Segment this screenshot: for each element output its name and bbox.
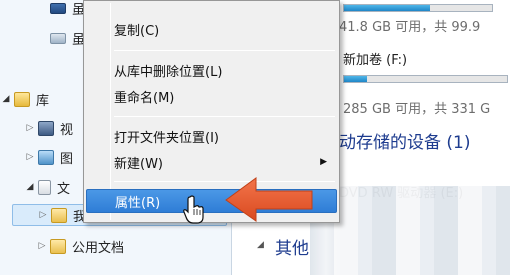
drive-f-usage-bar bbox=[343, 75, 508, 83]
menu-separator bbox=[114, 116, 335, 117]
menu-item-label: 重命名(M) bbox=[114, 90, 175, 106]
video-library-icon bbox=[38, 120, 54, 136]
nav-item-label: 图 bbox=[60, 151, 74, 167]
expand-arrow-icon[interactable]: ▷ bbox=[24, 152, 36, 162]
menu-separator bbox=[114, 50, 335, 51]
other-section-title[interactable]: 其他 bbox=[275, 234, 309, 259]
picture-library-icon bbox=[38, 149, 54, 165]
drive-icon bbox=[50, 2, 66, 14]
menu-item-copy[interactable]: 复制(C) bbox=[86, 17, 337, 41]
expand-arrow-icon[interactable]: ▷ bbox=[37, 210, 49, 220]
removable-storage-section-title[interactable]: 动存储的设备 (1) bbox=[339, 128, 470, 153]
menu-item-label: 复制(C) bbox=[114, 23, 160, 39]
drive-c-usage-fill bbox=[344, 5, 430, 11]
expand-arrow-icon[interactable]: ◢ bbox=[24, 182, 36, 192]
document-library-icon bbox=[38, 179, 51, 195]
drive-f-label[interactable]: 新加卷 (F:) bbox=[343, 49, 407, 68]
expand-arrow-icon[interactable]: ▷ bbox=[24, 123, 36, 133]
collapse-arrow-icon[interactable]: ◢ bbox=[257, 240, 264, 250]
drive-f-space-text: 285 GB 可用，共 331 G bbox=[343, 102, 491, 117]
drive-icon bbox=[50, 32, 66, 44]
hand-cursor-icon bbox=[183, 195, 204, 224]
library-icon bbox=[14, 91, 30, 107]
red-pointer-arrow-icon bbox=[225, 177, 313, 222]
folder-icon bbox=[51, 207, 67, 223]
nav-item-label: 文 bbox=[57, 181, 71, 197]
drive-c-usage-bar bbox=[343, 4, 493, 12]
folder-icon bbox=[50, 238, 66, 254]
menu-item-label: 从库中删除位置(L) bbox=[114, 64, 223, 80]
menu-item-open-folder-location[interactable]: 打开文件夹位置(I) bbox=[86, 124, 337, 148]
menu-item-rename[interactable]: 重命名(M) bbox=[86, 84, 337, 108]
menu-item-new[interactable]: 新建(W) ▶ bbox=[86, 150, 337, 174]
submenu-arrow-icon: ▶ bbox=[320, 157, 327, 167]
menu-item-label: 属性(R) bbox=[115, 195, 161, 211]
expand-arrow-icon[interactable]: ▷ bbox=[36, 241, 48, 251]
drive-c-space-text: 41.8 GB 可用，共 99.9 bbox=[339, 20, 481, 35]
nav-item-label: 视 bbox=[60, 122, 74, 138]
blurred-region bbox=[310, 186, 510, 275]
menu-item-label: 打开文件夹位置(I) bbox=[114, 130, 219, 146]
menu-item-remove-from-library[interactable]: 从库中删除位置(L) bbox=[86, 58, 337, 82]
nav-item-label: 公用文档 bbox=[72, 240, 125, 256]
nav-item-public-documents[interactable]: ▷ 公用文档 bbox=[0, 235, 231, 257]
drive-f-usage-fill bbox=[344, 76, 367, 82]
nav-item-label: 库 bbox=[36, 93, 50, 109]
expand-arrow-icon[interactable]: ◢ bbox=[0, 94, 12, 104]
menu-item-label: 新建(W) bbox=[114, 156, 163, 172]
